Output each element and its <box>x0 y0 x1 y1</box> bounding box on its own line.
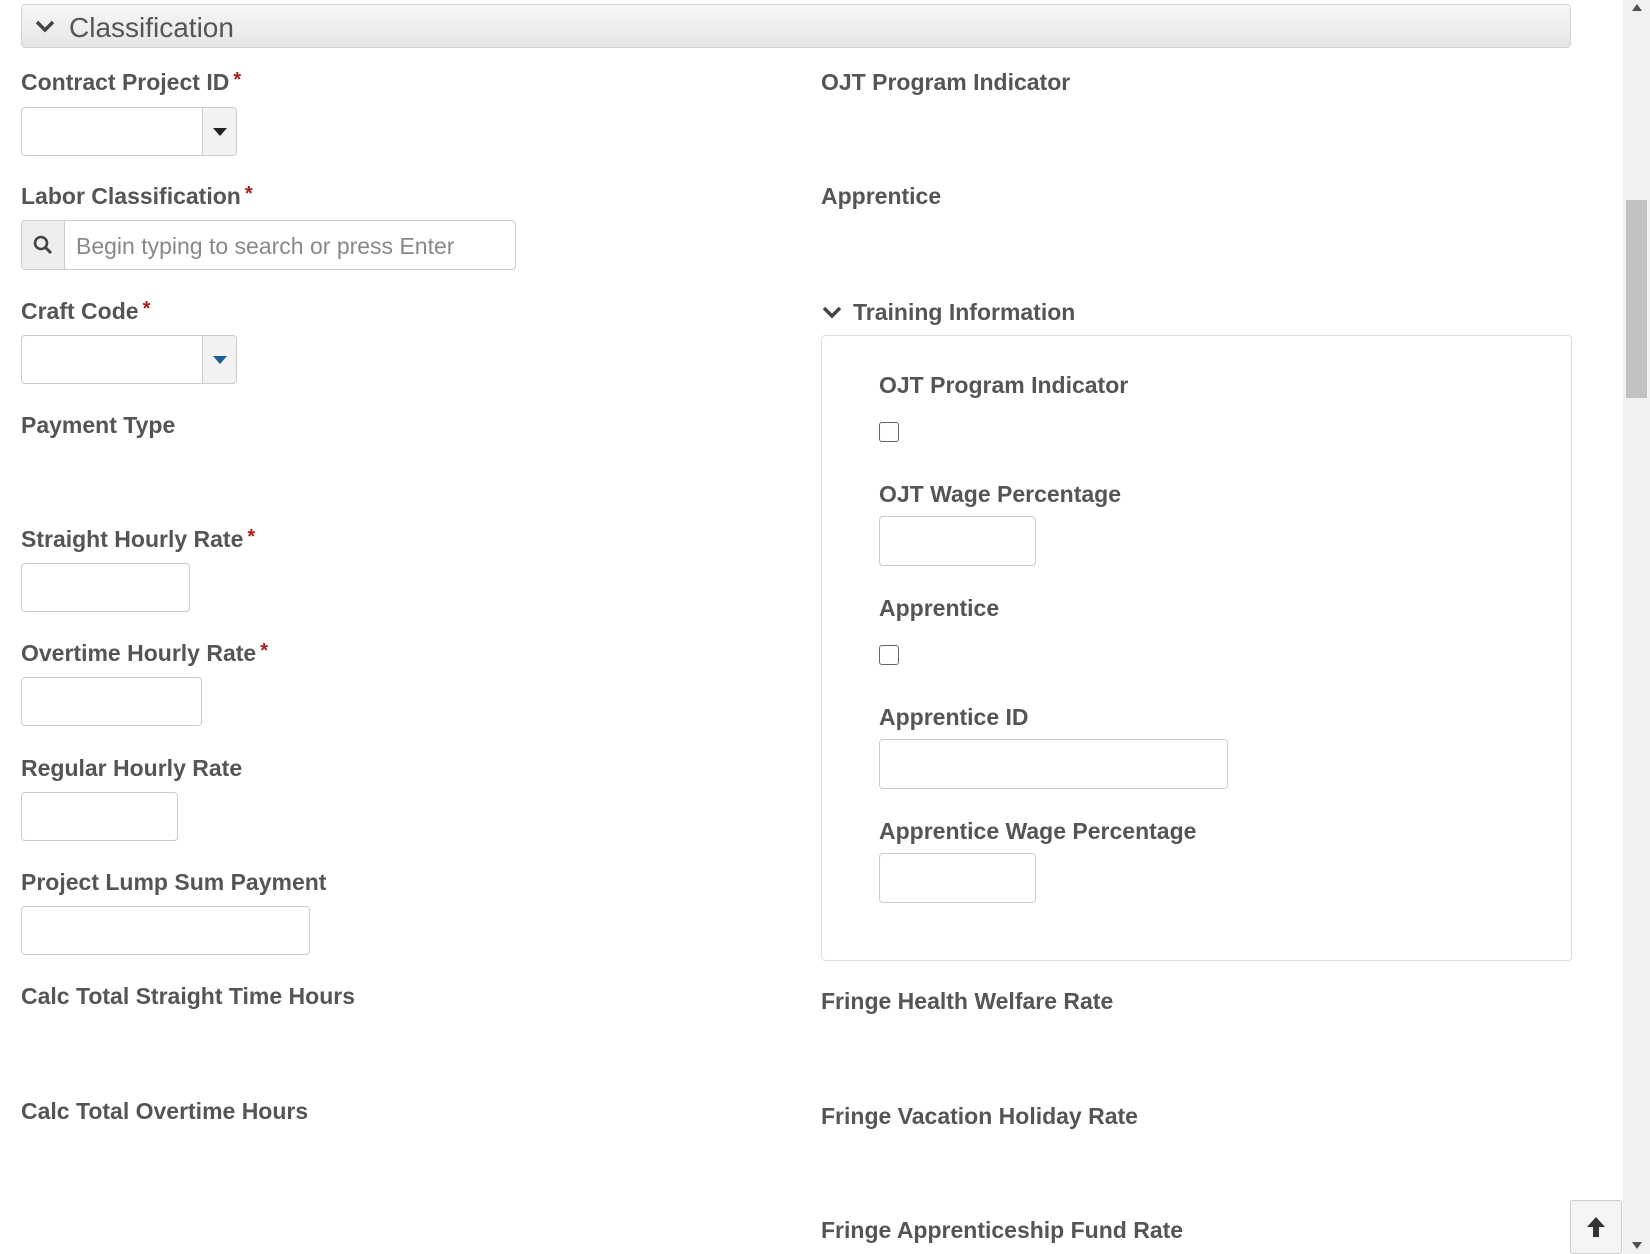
ojt-program-indicator-checkbox[interactable] <box>879 422 899 442</box>
scrollbar-thumb[interactable] <box>1626 200 1647 398</box>
labor-classification-search[interactable] <box>21 220 516 271</box>
labor-classification-label: Labor Classification * <box>21 183 253 209</box>
apprentice-checkbox[interactable] <box>879 645 899 665</box>
scroll-to-top-button[interactable] <box>1570 1200 1622 1254</box>
overtime-hourly-rate-input[interactable] <box>21 677 202 726</box>
straight-hourly-rate-input[interactable] <box>21 563 190 612</box>
apprentice-wage-percentage-input[interactable] <box>879 853 1036 903</box>
calc-total-straight-time-hours-label: Calc Total Straight Time Hours <box>21 983 355 1009</box>
required-marker: * <box>142 298 151 320</box>
section-header-classification[interactable]: Classification <box>21 4 1571 48</box>
training-information-toggle[interactable]: Training Information <box>821 298 1075 326</box>
scroll-down-arrow-icon[interactable] <box>1632 1242 1642 1249</box>
caret-down-icon <box>212 127 227 136</box>
apprentice-id-input[interactable] <box>879 739 1228 789</box>
scroll-up-arrow-icon[interactable] <box>1632 4 1642 11</box>
fringe-apprenticeship-fund-rate-label: Fringe Apprenticeship Fund Rate <box>821 1217 1184 1243</box>
arrow-up-icon <box>1587 1217 1605 1237</box>
payment-type-label: Payment Type <box>21 412 176 438</box>
contract-project-id-dropdown[interactable] <box>21 107 237 156</box>
fringe-health-welfare-rate-label: Fringe Health Welfare Rate <box>821 988 1114 1014</box>
apprentice-label: Apprentice <box>821 183 942 209</box>
search-button[interactable] <box>22 221 65 269</box>
required-marker: * <box>233 69 242 91</box>
required-marker: * <box>247 526 256 548</box>
contract-project-id-label: Contract Project ID * <box>21 69 242 95</box>
vertical-scrollbar[interactable] <box>1623 0 1650 1254</box>
labor-classification-input[interactable] <box>66 221 515 271</box>
craft-code-dropdown[interactable] <box>21 335 237 384</box>
fringe-vacation-holiday-rate-label: Fringe Vacation Holiday Rate <box>821 1103 1138 1129</box>
apprentice-wage-percentage-label: Apprentice Wage Percentage <box>879 818 1197 844</box>
project-lump-sum-payment-label: Project Lump Sum Payment <box>21 869 327 895</box>
caret-down-icon <box>212 355 227 364</box>
chevron-down-icon <box>822 306 842 319</box>
ojt-program-indicator-label: OJT Program Indicator <box>821 69 1071 95</box>
regular-hourly-rate-label: Regular Hourly Rate <box>21 755 243 781</box>
chevron-down-icon <box>35 20 55 33</box>
craft-code-dropdown-toggle[interactable] <box>202 336 236 383</box>
training-ojt-program-indicator-label: OJT Program Indicator <box>879 372 1129 398</box>
search-icon <box>33 235 53 255</box>
project-lump-sum-payment-input[interactable] <box>21 906 310 955</box>
training-apprentice-label: Apprentice <box>879 595 1000 621</box>
required-marker: * <box>260 640 268 662</box>
straight-hourly-rate-label: Straight Hourly Rate * <box>21 526 256 552</box>
section-title: Classification <box>69 12 234 43</box>
apprentice-id-label: Apprentice ID <box>879 704 1029 730</box>
ojt-wage-percentage-input[interactable] <box>879 516 1036 566</box>
required-marker: * <box>244 183 253 205</box>
calc-total-overtime-hours-label: Calc Total Overtime Hours <box>21 1098 309 1124</box>
training-information-title: Training Information <box>853 298 1076 325</box>
contract-project-id-dropdown-toggle[interactable] <box>202 108 236 155</box>
craft-code-label: Craft Code * <box>21 298 151 324</box>
overtime-hourly-rate-label: Overtime Hourly Rate * <box>21 640 268 666</box>
regular-hourly-rate-input[interactable] <box>21 792 178 841</box>
ojt-wage-percentage-label: OJT Wage Percentage <box>879 481 1122 507</box>
